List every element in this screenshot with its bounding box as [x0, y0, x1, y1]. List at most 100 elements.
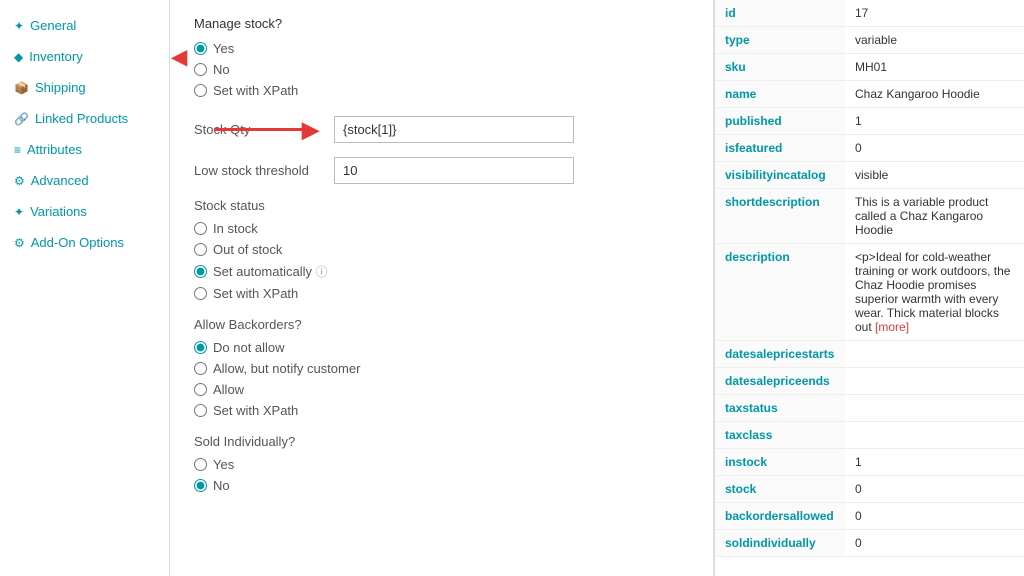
sidebar-item-label: Shipping: [35, 80, 86, 95]
backorders-donotallow-label: Do not allow: [213, 340, 285, 355]
general-icon: ✦: [14, 19, 24, 33]
backorders-xpath-radio[interactable]: [194, 404, 207, 417]
stock-instock-radio[interactable]: [194, 222, 207, 235]
table-row: visibilityincatalog visible: [715, 162, 1024, 189]
manage-stock-xpath-label: Set with XPath: [213, 83, 298, 98]
stock-auto-radio[interactable]: [194, 265, 207, 278]
field-value: variable: [845, 27, 1024, 54]
field-key: isfeatured: [715, 135, 845, 162]
field-value: MH01: [845, 54, 1024, 81]
table-row: taxstatus: [715, 395, 1024, 422]
manage-stock-yes-radio[interactable]: [194, 42, 207, 55]
field-key: datesalepricestarts: [715, 341, 845, 368]
backorders-notify[interactable]: Allow, but notify customer: [194, 361, 689, 376]
sold-individually-yes-label: Yes: [213, 457, 234, 472]
backorders-xpath[interactable]: Set with XPath: [194, 403, 689, 418]
stock-qty-input[interactable]: [334, 116, 574, 143]
sidebar-item-linked-products[interactable]: 🔗 Linked Products: [0, 103, 169, 134]
field-value: [845, 422, 1024, 449]
more-link[interactable]: [more]: [875, 320, 909, 334]
stock-qty-input-wrapper: ▶: [334, 116, 574, 143]
backorders-xpath-label: Set with XPath: [213, 403, 298, 418]
inventory-icon: ◆: [14, 50, 23, 64]
table-row: instock 1: [715, 449, 1024, 476]
stock-qty-arrow: ▶: [214, 117, 319, 143]
table-row: shortdescription This is a variable prod…: [715, 189, 1024, 244]
field-key: taxclass: [715, 422, 845, 449]
table-row: description <p>Ideal for cold-weather tr…: [715, 244, 1024, 341]
inventory-arrow: ◀: [172, 44, 187, 69]
manage-stock-yes[interactable]: Yes: [194, 41, 689, 56]
sidebar-item-variations[interactable]: ✦ Variations: [0, 196, 169, 227]
field-value: 1: [845, 449, 1024, 476]
field-value: [845, 395, 1024, 422]
sold-individually-no-radio[interactable]: [194, 479, 207, 492]
low-stock-input-wrapper: [334, 157, 574, 184]
table-row: type variable: [715, 27, 1024, 54]
table-row: soldindividually 0: [715, 530, 1024, 557]
field-key: taxstatus: [715, 395, 845, 422]
sold-individually-yes-radio[interactable]: [194, 458, 207, 471]
field-key: description: [715, 244, 845, 341]
sidebar-item-label: Add-On Options: [31, 235, 124, 250]
manage-stock-no-radio[interactable]: [194, 63, 207, 76]
field-value: 1: [845, 108, 1024, 135]
table-row: isfeatured 0: [715, 135, 1024, 162]
sidebar-item-label: Inventory: [29, 49, 82, 64]
sidebar-item-advanced[interactable]: ⚙ Advanced: [0, 165, 169, 196]
backorders-notify-radio[interactable]: [194, 362, 207, 375]
stock-outofstock[interactable]: Out of stock: [194, 242, 689, 257]
stock-auto-label: Set automatically ⓘ: [213, 263, 328, 280]
stock-instock-label: In stock: [213, 221, 258, 236]
field-key: sku: [715, 54, 845, 81]
backorders-allow-radio[interactable]: [194, 383, 207, 396]
sidebar-item-label: Linked Products: [35, 111, 128, 126]
stock-instock[interactable]: In stock: [194, 221, 689, 236]
field-key: stock: [715, 476, 845, 503]
table-row: stock 0: [715, 476, 1024, 503]
backorders-label: Allow Backorders?: [194, 317, 689, 332]
sidebar-item-inventory[interactable]: ◆ Inventory ◀: [0, 41, 169, 72]
backorders-notify-label: Allow, but notify customer: [213, 361, 360, 376]
backorders-do-not[interactable]: Do not allow: [194, 340, 689, 355]
table-row: name Chaz Kangaroo Hoodie: [715, 81, 1024, 108]
field-value: 17: [845, 0, 1024, 27]
stock-auto[interactable]: Set automatically ⓘ: [194, 263, 689, 280]
table-row: backordersallowed 0: [715, 503, 1024, 530]
stock-status-label: Stock status: [194, 198, 689, 213]
sidebar-item-add-on-options[interactable]: ⚙ Add-On Options: [0, 227, 169, 258]
manage-stock-no[interactable]: No: [194, 62, 689, 77]
stock-xpath-label: Set with XPath: [213, 286, 298, 301]
low-stock-input[interactable]: [334, 157, 574, 184]
stock-outofstock-label: Out of stock: [213, 242, 282, 257]
backorders-donotallow-radio[interactable]: [194, 341, 207, 354]
sidebar-item-shipping[interactable]: 📦 Shipping: [0, 72, 169, 103]
field-key: backordersallowed: [715, 503, 845, 530]
sidebar-item-label: Attributes: [27, 142, 82, 157]
stock-xpath-radio[interactable]: [194, 287, 207, 300]
backorders-allow-label: Allow: [213, 382, 244, 397]
field-key: soldindividually: [715, 530, 845, 557]
sidebar-item-label: Variations: [30, 204, 87, 219]
sold-individually-label: Sold Individually?: [194, 434, 689, 449]
field-value: 0: [845, 530, 1024, 557]
manage-stock-xpath-radio[interactable]: [194, 84, 207, 97]
arrow-line: [214, 128, 304, 131]
low-stock-label: Low stock threshold: [194, 163, 334, 178]
field-value: 0: [845, 476, 1024, 503]
sidebar-item-label: Advanced: [31, 173, 89, 188]
main-content: Manage stock? Yes No Set with XPath Stoc…: [170, 0, 714, 576]
sold-individually-no[interactable]: No: [194, 478, 689, 493]
sidebar-item-attributes[interactable]: ≡ Attributes: [0, 134, 169, 165]
field-value: 0: [845, 135, 1024, 162]
stock-xpath[interactable]: Set with XPath: [194, 286, 689, 301]
manage-stock-xpath[interactable]: Set with XPath: [194, 83, 689, 98]
sidebar-item-label: General: [30, 18, 76, 33]
stock-outofstock-radio[interactable]: [194, 243, 207, 256]
backorders-allow[interactable]: Allow: [194, 382, 689, 397]
sold-individually-yes[interactable]: Yes: [194, 457, 689, 472]
sidebar-item-general[interactable]: ✦ General: [0, 10, 169, 41]
table-row: published 1: [715, 108, 1024, 135]
advanced-icon: ⚙: [14, 174, 25, 188]
linked-products-icon: 🔗: [14, 112, 29, 126]
